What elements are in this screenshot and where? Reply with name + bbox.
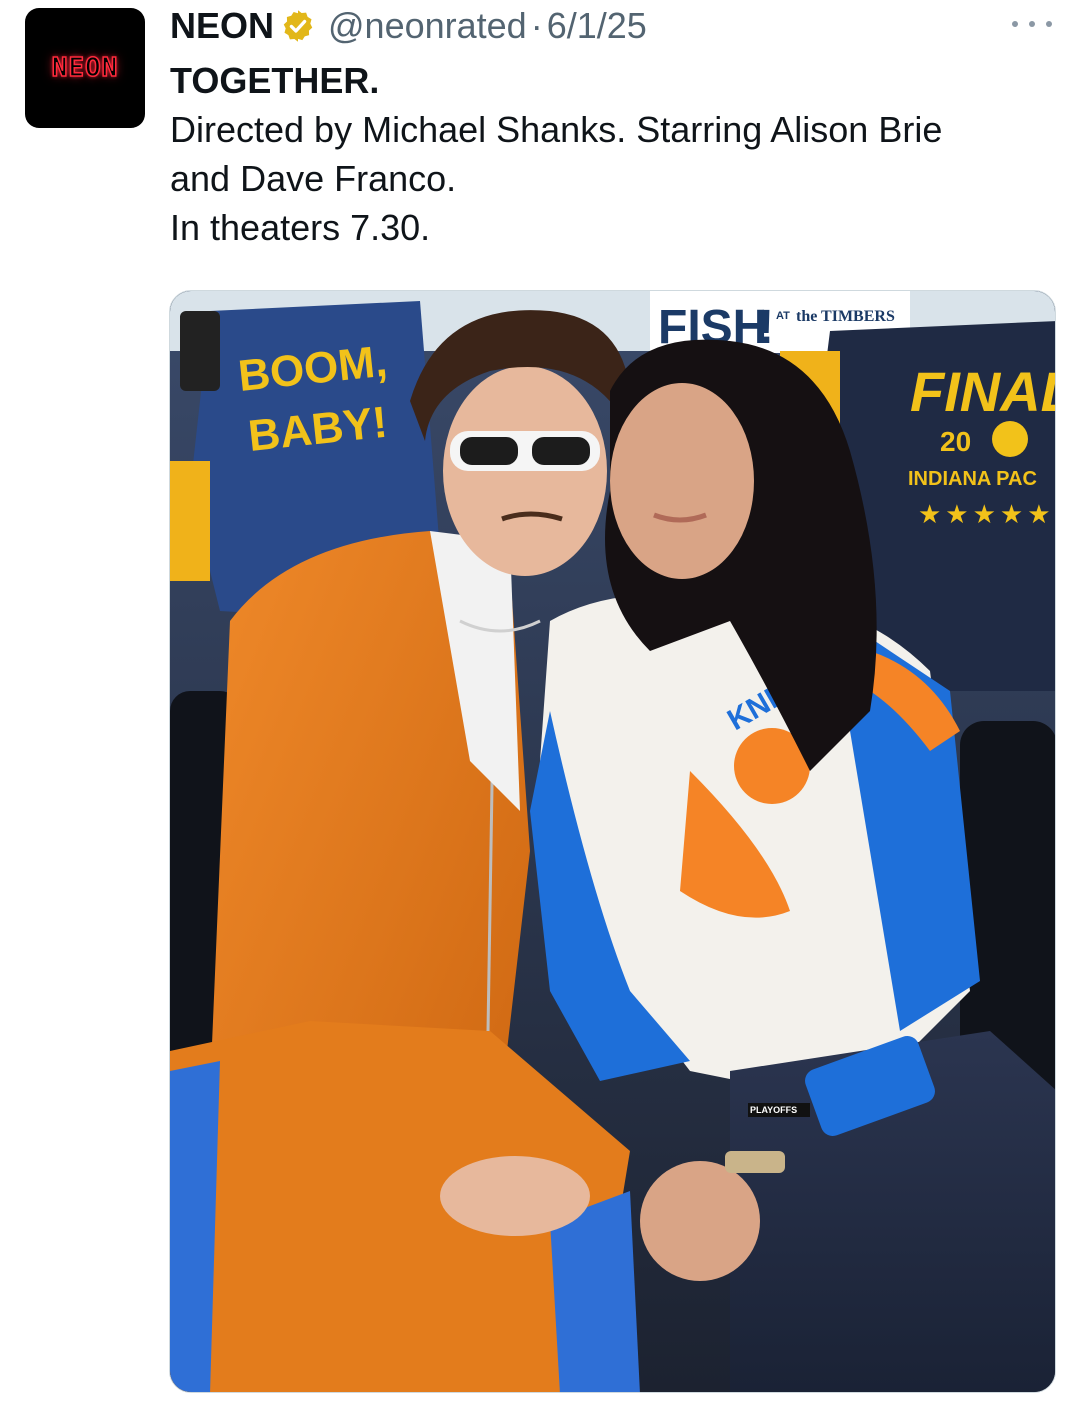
sign-timbers: the TIMBERS bbox=[796, 308, 895, 325]
gold-watch bbox=[725, 1151, 785, 1173]
shirt-text-stars: ★★★★★ bbox=[918, 500, 1055, 530]
photo-illustration: BOOM, BABY! FISH ! AT the TIMBERS FINAL … bbox=[170, 291, 1056, 1392]
tweet-header: NEON @neonrated · 6/1/25 bbox=[170, 2, 647, 50]
shirt-text-year: 20 bbox=[940, 426, 971, 457]
verified-badge-icon[interactable] bbox=[280, 8, 316, 44]
tweet-date[interactable]: 6/1/25 bbox=[547, 5, 647, 47]
tweet: NEON NEON @neonrated · 6/1/25 TOGETHER. … bbox=[0, 0, 1080, 1405]
handle[interactable]: @neonrated bbox=[328, 5, 527, 47]
sign-at: AT bbox=[776, 310, 790, 322]
avatar-logo-text: NEON bbox=[51, 52, 119, 84]
tweet-line-1: Directed by Michael Shanks. Starring Ali… bbox=[170, 109, 943, 150]
dot bbox=[1029, 21, 1035, 27]
lens-left bbox=[460, 437, 518, 465]
dot bbox=[1012, 21, 1018, 27]
tweet-line-3: In theaters 7.30. bbox=[170, 207, 431, 248]
sign-bang: ! bbox=[758, 301, 774, 354]
tweet-line-2: and Dave Franco. bbox=[170, 158, 457, 199]
pacers-logo bbox=[992, 421, 1028, 457]
tweet-photo[interactable]: BOOM, BABY! FISH ! AT the TIMBERS FINAL … bbox=[169, 290, 1056, 1393]
shirt-text-final: FINAL bbox=[910, 360, 1056, 423]
man-hand bbox=[440, 1156, 590, 1236]
display-name[interactable]: NEON bbox=[170, 5, 274, 47]
woman-face bbox=[610, 383, 754, 579]
tweet-text: TOGETHER. Directed by Michael Shanks. St… bbox=[170, 56, 1060, 252]
dot bbox=[1046, 21, 1052, 27]
clasped-hands bbox=[640, 1161, 760, 1281]
more-dots-icon[interactable] bbox=[1012, 14, 1052, 34]
shirt-text-team: INDIANA PAC bbox=[908, 468, 1037, 490]
tweet-title: TOGETHER. bbox=[170, 60, 380, 101]
yellow-shirt-left bbox=[170, 461, 210, 581]
avatar[interactable]: NEON bbox=[25, 8, 145, 128]
lens-right bbox=[532, 437, 590, 465]
phone bbox=[180, 311, 220, 391]
wristband-text: PLAYOFFS bbox=[750, 1105, 797, 1115]
separator-dot: · bbox=[530, 5, 543, 46]
